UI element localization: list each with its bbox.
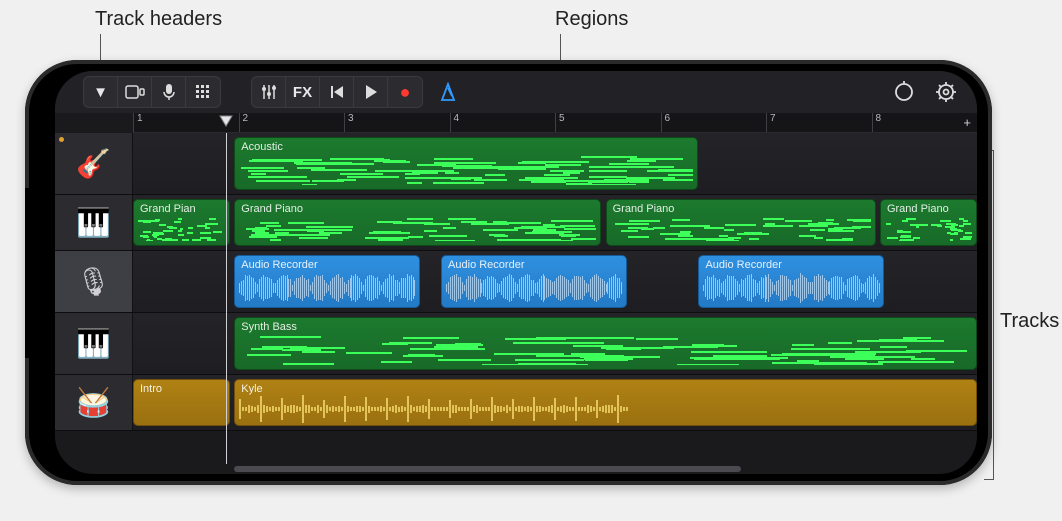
region[interactable]: Grand Pian	[133, 199, 230, 246]
play-button[interactable]	[354, 77, 388, 107]
mixer-button[interactable]	[252, 77, 286, 107]
track-lane[interactable]: Intro Kyle	[133, 375, 977, 430]
scrollbar-thumb[interactable]	[234, 466, 740, 472]
synth-keyboard-icon: 🎹	[76, 327, 111, 360]
browser-icon	[125, 84, 145, 100]
region-label: Grand Piano	[887, 203, 949, 215]
skip-back-icon	[329, 84, 345, 100]
track-row: 🎸 Acoustic	[55, 133, 977, 195]
track-row: 🎙Audio RecorderAudio RecorderAudio Recor…	[55, 251, 977, 313]
synth-bass-track-header[interactable]: 🎹	[55, 313, 133, 374]
region-label: Audio Recorder	[705, 259, 781, 271]
region[interactable]: Synth Bass	[234, 317, 977, 370]
acoustic-guitar-icon: 🎸	[76, 147, 111, 180]
playhead[interactable]	[219, 115, 233, 127]
region-label: Grand Pian	[140, 203, 196, 215]
audio-recorder-button[interactable]	[152, 77, 186, 107]
annotation-regions: Regions	[555, 8, 628, 31]
drum-kit-icon: 🥁	[76, 386, 111, 419]
region-label: Kyle	[241, 383, 262, 395]
audio-recorder-track-header[interactable]: 🎙	[55, 251, 133, 312]
ruler-bar: 5	[555, 113, 565, 132]
region-label: Audio Recorder	[241, 259, 317, 271]
region[interactable]: Kyle	[234, 379, 977, 426]
add-track-button[interactable]: +	[963, 115, 971, 130]
rewind-button[interactable]	[320, 77, 354, 107]
region-label: Audio Recorder	[448, 259, 524, 271]
record-button[interactable]: ●	[388, 77, 422, 107]
region[interactable]: Audio Recorder	[698, 255, 884, 308]
track-row: 🎹Grand PianGrand PianoGrand PianoGrand P…	[55, 195, 977, 251]
drums-track-header[interactable]: 🥁	[55, 375, 133, 430]
region[interactable]: Acoustic	[234, 137, 698, 190]
keypad-button[interactable]	[186, 77, 220, 107]
region-label: Grand Piano	[613, 203, 675, 215]
horizontal-scrollbar[interactable]	[133, 464, 977, 474]
app-screen: ▼	[55, 71, 977, 474]
browse-button[interactable]: ▼	[84, 77, 118, 107]
play-icon	[364, 84, 378, 100]
track-lane[interactable]: Synth Bass	[133, 313, 977, 374]
ruler[interactable]: + 1 2 3 4 5 6 7 8	[133, 113, 977, 133]
ruler-bar: 7	[766, 113, 776, 132]
microphone-icon: 🎙	[76, 265, 112, 298]
track-lane[interactable]: Audio Recorder Audio Recorder Audio Record…	[133, 251, 977, 312]
ruler-bar: 4	[450, 113, 460, 132]
ruler-bar: 3	[344, 113, 354, 132]
track-indicator-dot	[59, 137, 64, 142]
phone-notch	[25, 188, 53, 358]
ruler-bar: 1	[133, 113, 143, 132]
toolbar-mode-group: ▼	[83, 76, 221, 108]
region[interactable]: Grand Piano	[234, 199, 601, 246]
region[interactable]: Intro	[133, 379, 230, 426]
microphone-icon	[162, 83, 176, 101]
annotation-tracks: Tracks	[1000, 310, 1059, 333]
region-label: Synth Bass	[241, 321, 297, 333]
region-label: Intro	[140, 383, 162, 395]
grid-icon	[195, 84, 211, 100]
ruler-bar: 2	[239, 113, 249, 132]
region-label: Grand Piano	[241, 203, 303, 215]
metronome-button[interactable]	[431, 76, 465, 108]
phone-frame: ▼	[25, 60, 992, 485]
tracks-area: 🎸Acoustic🎹Grand PianGrand PianoGrand Pia…	[55, 133, 977, 464]
ruler-bar: 6	[661, 113, 671, 132]
settings-button[interactable]	[929, 76, 963, 108]
library-button[interactable]	[118, 77, 152, 107]
grand-piano-icon: 🎹	[76, 206, 111, 239]
toolbar: ▼	[55, 71, 977, 113]
ruler-bar: 8	[872, 113, 882, 132]
gear-icon	[935, 81, 957, 103]
region[interactable]: Audio Recorder	[234, 255, 420, 308]
acoustic-guitar-track-header[interactable]: 🎸	[55, 133, 133, 194]
track-row: 🥁 Intro Kyle	[55, 375, 977, 431]
toolbar-transport-group: FX ●	[251, 76, 423, 108]
record-icon: ●	[400, 82, 411, 103]
fx-button[interactable]: FX	[286, 77, 320, 107]
metronome-icon	[438, 82, 458, 102]
region[interactable]: Grand Piano	[606, 199, 876, 246]
region[interactable]: Grand Piano	[880, 199, 977, 246]
loop-icon	[893, 81, 915, 103]
loop-button[interactable]	[887, 76, 921, 108]
region-label: Acoustic	[241, 141, 283, 153]
faders-icon	[260, 83, 278, 101]
annotation-track-headers: Track headers	[95, 8, 222, 31]
chevron-down-icon: ▼	[93, 84, 108, 101]
playhead-line	[226, 133, 227, 464]
region[interactable]: Audio Recorder	[441, 255, 627, 308]
grand-piano-track-header[interactable]: 🎹	[55, 195, 133, 250]
track-lane[interactable]: Grand Pian Grand Piano Grand Piano Grand Pi…	[133, 195, 977, 250]
track-row: 🎹 Synth Bass	[55, 313, 977, 375]
track-lane[interactable]: Acoustic	[133, 133, 977, 194]
